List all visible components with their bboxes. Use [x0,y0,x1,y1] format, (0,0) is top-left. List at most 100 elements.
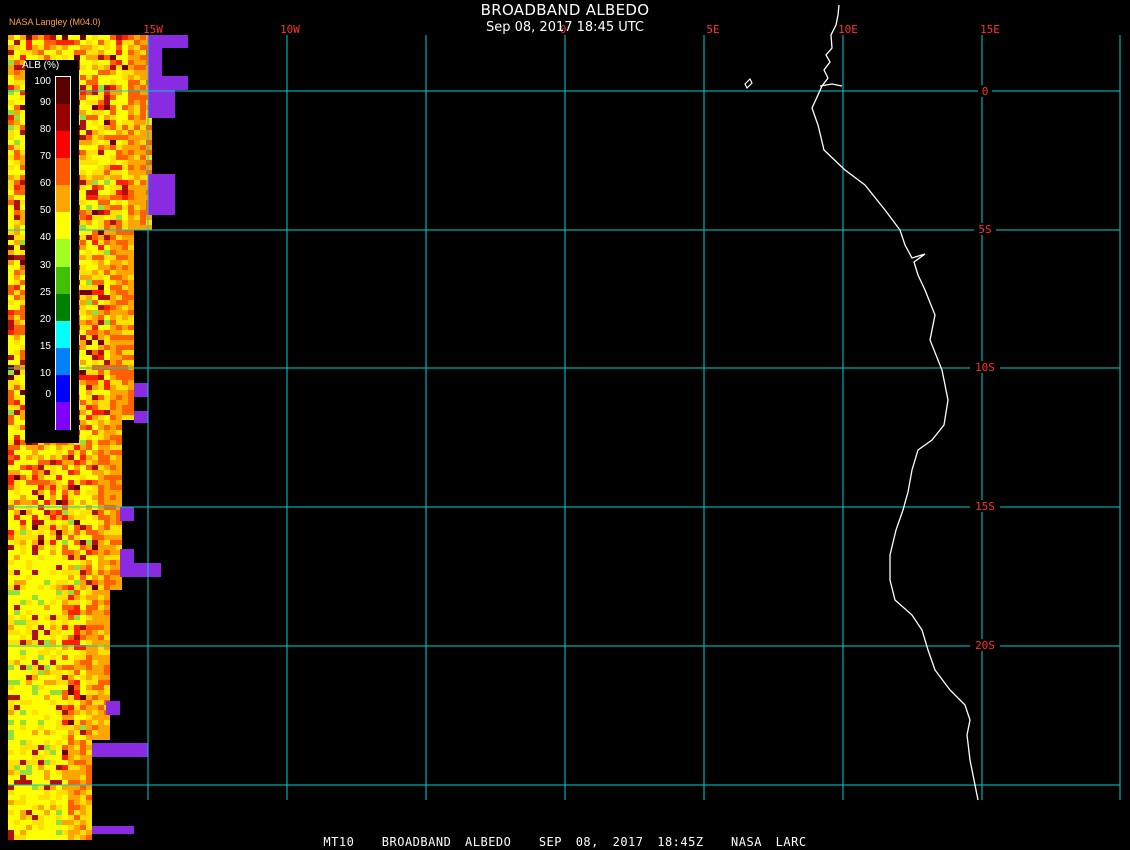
albedo-pixel [110,265,116,270]
albedo-pixel [80,600,86,605]
albedo-pixel [92,325,98,330]
albedo-pixel [80,115,86,120]
albedo-pixel [92,635,98,640]
albedo-pixel [116,240,122,245]
albedo-pixel [8,535,14,540]
albedo-pixel [92,185,98,190]
albedo-pixel [80,430,86,435]
albedo-pixel [74,45,80,50]
albedo-pixel [56,530,62,535]
albedo-pixel [14,360,20,365]
albedo-pixel [56,710,62,715]
albedo-pixel [14,800,20,805]
albedo-pixel [14,395,20,400]
albedo-pixel [8,95,14,100]
albedo-pixel [8,305,14,310]
albedo-pixel [68,625,74,630]
albedo-pixel [86,710,92,715]
albedo-pixel [86,110,92,115]
albedo-pixel [56,675,62,680]
albedo-pixel [86,460,92,465]
albedo-pixel [122,195,128,200]
albedo-pixel [14,530,20,535]
albedo-pixel [68,455,74,460]
albedo-pixel [122,290,128,295]
albedo-pixel [20,40,26,45]
no-data-block [120,549,134,563]
albedo-pixel [8,440,14,445]
albedo-pixel [56,445,62,450]
albedo-pixel [80,490,86,495]
legend-title: ALB (%) [22,60,60,71]
albedo-pixel [110,275,116,280]
legend-swatch [56,347,70,376]
albedo-pixel [74,540,80,545]
albedo-pixel [104,540,110,545]
albedo-pixel [14,400,20,405]
albedo-pixel [38,570,44,575]
albedo-pixel [128,395,134,400]
albedo-pixel [98,370,104,375]
albedo-pixel [26,470,32,475]
albedo-pixel [110,290,116,295]
albedo-pixel [98,400,104,405]
albedo-pixel [122,35,128,40]
albedo-pixel [80,690,86,695]
albedo-pixel [110,190,116,195]
albedo-pixel [128,45,134,50]
albedo-pixel [32,620,38,625]
albedo-pixel [128,385,134,390]
albedo-pixel [62,470,68,475]
albedo-pixel [104,225,110,230]
albedo-pixel [122,140,128,145]
albedo-pixel [116,135,122,140]
albedo-pixel [8,170,14,175]
albedo-pixel [32,770,38,775]
albedo-pixel [128,140,134,145]
albedo-pixel [98,680,104,685]
albedo-pixel [122,160,128,165]
albedo-pixel [134,130,140,135]
albedo-pixel [92,445,98,450]
albedo-pixel [20,805,26,810]
albedo-pixel [110,105,116,110]
albedo-pixel [74,460,80,465]
albedo-pixel [74,615,80,620]
albedo-pixel [80,555,86,560]
albedo-pixel [92,425,98,430]
albedo-pixel [32,650,38,655]
albedo-pixel [92,180,98,185]
albedo-pixel [116,70,122,75]
albedo-pixel [104,440,110,445]
albedo-pixel [86,285,92,290]
albedo-pixel [26,780,32,785]
albedo-pixel [32,740,38,745]
albedo-pixel [122,100,128,105]
albedo-pixel [14,410,20,415]
albedo-pixel [92,655,98,660]
albedo-pixel [92,545,98,550]
albedo-pixel [62,700,68,705]
albedo-pixel [134,205,140,210]
albedo-pixel [80,450,86,455]
albedo-pixel [104,190,110,195]
albedo-pixel [14,740,20,745]
albedo-pixel [32,630,38,635]
albedo-pixel [92,95,98,100]
albedo-pixel [86,765,92,770]
albedo-pixel [14,620,20,625]
albedo-pixel [20,545,26,550]
albedo-pixel [86,85,92,90]
albedo-pixel [92,460,98,465]
albedo-pixel [20,515,26,520]
albedo-pixel [92,685,98,690]
albedo-pixel [116,195,122,200]
albedo-pixel [8,660,14,665]
albedo-pixel [14,580,20,585]
albedo-pixel [20,520,26,525]
albedo-pixel [74,520,80,525]
legend-swatch [56,239,70,268]
legend-swatch [56,212,70,241]
albedo-pixel [62,755,68,760]
albedo-pixel [86,400,92,405]
